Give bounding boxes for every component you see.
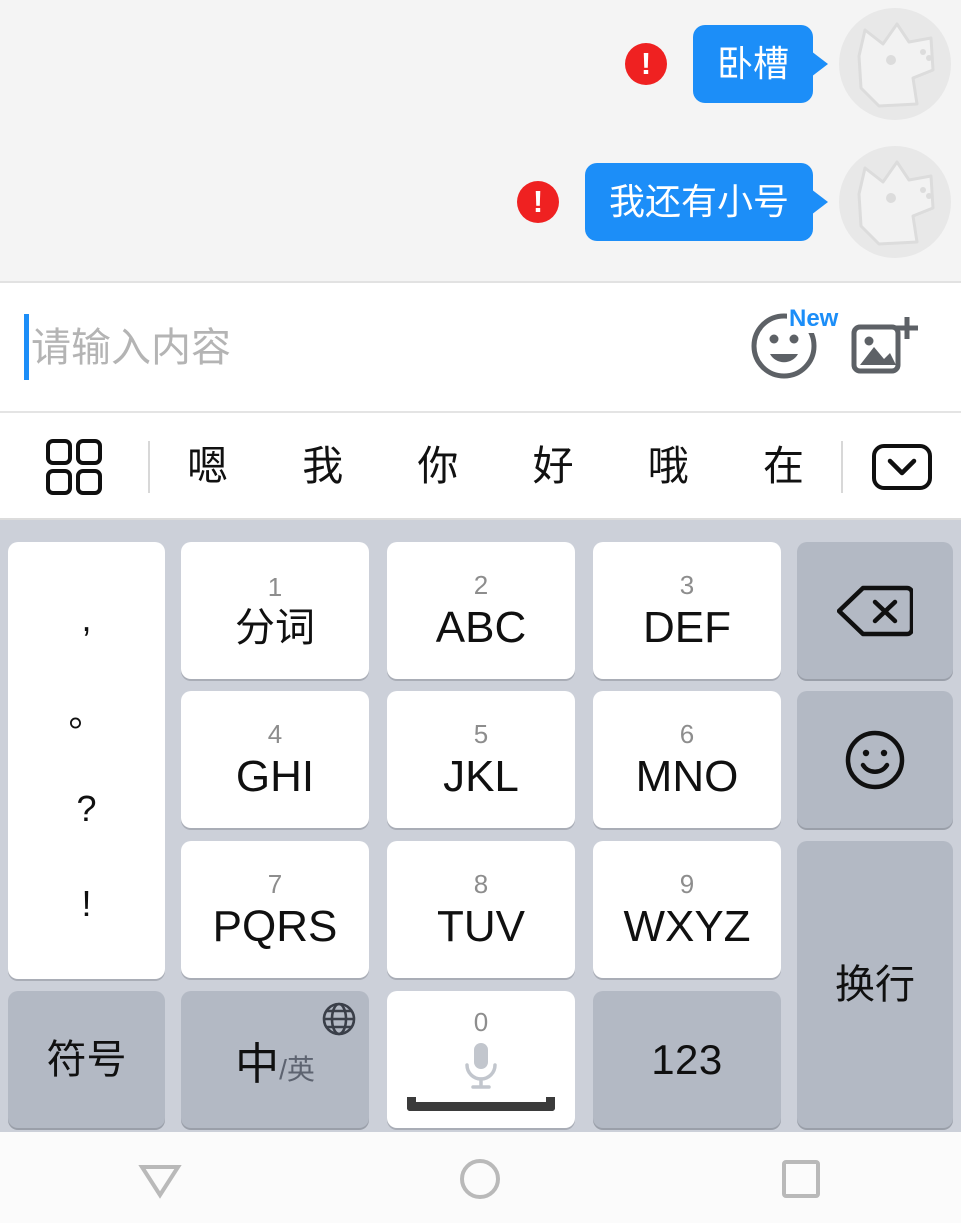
globe-icon	[322, 1002, 356, 1036]
message-text: 我还有小号	[608, 181, 789, 223]
punct-question[interactable]: ?	[76, 790, 96, 827]
key-label: PQRS	[212, 901, 338, 951]
punct-exclaim[interactable]: !	[81, 885, 91, 922]
punct-period[interactable]: 。	[68, 696, 104, 732]
key-number: 6	[679, 718, 695, 749]
key-label: 换行	[835, 962, 915, 1007]
candidate-expand-button[interactable]	[843, 443, 961, 491]
smiley-icon	[845, 730, 905, 789]
key-punctuation[interactable]: , 。 ? !	[8, 542, 165, 979]
keyboard-panel-button[interactable]	[0, 438, 148, 496]
candidate-word[interactable]: 哦	[611, 414, 726, 519]
keyboard: , 。 ? ! 1 分词 2 ABC 3 DEF 4 GHI 5 JKL 6 M…	[0, 520, 961, 1132]
key-symbols[interactable]: 符号	[8, 991, 165, 1128]
key-label: JKL	[443, 751, 519, 801]
key-label: DEF	[643, 602, 731, 652]
candidate-word[interactable]: 我	[265, 414, 380, 519]
key-emoji[interactable]	[797, 691, 953, 828]
add-image-button[interactable]	[850, 313, 918, 386]
message-bubble[interactable]: 我还有小号	[584, 163, 813, 241]
key-backspace[interactable]	[797, 542, 953, 679]
punct-comma[interactable]: ,	[81, 601, 91, 637]
add-image-icon	[851, 317, 918, 374]
emoji-new-badge: New	[787, 305, 841, 333]
message-text: 卧槽	[716, 43, 789, 85]
space-key-content: 0	[407, 1009, 555, 1111]
key-4-ghi[interactable]: 4 GHI	[181, 691, 369, 828]
recents-square-icon	[781, 1159, 820, 1198]
key-label: MNO	[635, 751, 739, 801]
key-6-mno[interactable]: 6 MNO	[593, 691, 781, 828]
key-label: TUV	[437, 901, 525, 951]
error-glyph: !	[532, 183, 544, 219]
key-number: 2	[473, 569, 489, 600]
nav-back-button[interactable]	[100, 1151, 220, 1205]
key-number: 7	[267, 868, 283, 899]
key-language-toggle[interactable]: 中 /英	[181, 991, 369, 1128]
key-label-chinese: 中	[235, 1039, 280, 1089]
backspace-icon	[837, 585, 913, 636]
space-bar-glyph	[407, 1096, 555, 1111]
key-label: 符号	[46, 1037, 127, 1082]
candidate-word[interactable]: 你	[380, 414, 495, 519]
cat-avatar-icon	[857, 160, 935, 246]
chat-message-row: ! 我还有小号	[516, 146, 951, 258]
send-error-icon[interactable]: !	[516, 181, 559, 223]
key-8-tuv[interactable]: 8 TUV	[387, 841, 575, 978]
key-number: 1	[267, 571, 283, 602]
key-label: WXYZ	[623, 901, 751, 951]
avatar[interactable]	[839, 8, 951, 120]
key-space[interactable]: 0	[387, 991, 575, 1128]
key-2-abc[interactable]: 2 ABC	[387, 542, 575, 679]
message-bubble[interactable]: 卧槽	[692, 25, 813, 103]
key-number: 9	[679, 868, 695, 899]
keyboard-grid: , 。 ? ! 1 分词 2 ABC 3 DEF 4 GHI 5 JKL 6 M…	[8, 530, 953, 1128]
send-error-icon[interactable]: !	[624, 43, 667, 85]
candidate-word-list: 嗯 我 你 好 哦 在	[150, 414, 841, 519]
key-number: 4	[267, 718, 283, 749]
key-number: 0	[473, 1006, 489, 1037]
candidate-bar: 嗯 我 你 好 哦 在	[0, 415, 961, 520]
chevron-down-icon	[872, 443, 932, 490]
key-label: GHI	[235, 751, 315, 801]
key-label-english: /英	[279, 1053, 315, 1085]
candidate-word[interactable]: 好	[496, 414, 611, 519]
key-number: 5	[473, 718, 489, 749]
home-circle-icon	[460, 1158, 501, 1199]
back-triangle-icon	[138, 1164, 182, 1199]
message-input-placeholder[interactable]: 请输入内容	[31, 315, 231, 381]
cat-avatar-icon	[857, 22, 935, 108]
grid-icon	[46, 438, 102, 495]
android-navigation-bar	[0, 1132, 961, 1223]
text-cursor	[24, 314, 29, 380]
microphone-icon	[465, 1042, 497, 1089]
key-3-def[interactable]: 3 DEF	[593, 542, 781, 679]
chat-message-list: ! 卧槽 ! 我还有小号	[0, 0, 961, 283]
key-5-jkl[interactable]: 5 JKL	[387, 691, 575, 828]
key-label-group: 中 /英	[235, 1028, 315, 1092]
key-9-wxyz[interactable]: 9 WXYZ	[593, 841, 781, 978]
key-7-pqrs[interactable]: 7 PQRS	[181, 841, 369, 978]
key-enter-newline[interactable]: 换行	[797, 841, 953, 1128]
key-label: ABC	[435, 602, 527, 652]
key-numbers[interactable]: 123	[593, 991, 781, 1128]
phone-screen: ! 卧槽 ! 我还有小号 请输入内容 New 嗯 我 你 好 哦 在 , 。 ?…	[0, 0, 961, 1223]
key-number: 8	[473, 868, 489, 899]
avatar[interactable]	[839, 146, 951, 258]
candidate-word[interactable]: 嗯	[150, 414, 265, 519]
chat-message-row: ! 卧槽	[624, 8, 951, 120]
nav-recents-button[interactable]	[741, 1151, 861, 1205]
key-label: 123	[651, 1035, 723, 1083]
key-number: 3	[679, 569, 695, 600]
key-label: 分词	[235, 605, 315, 650]
key-1-fenci[interactable]: 1 分词	[181, 542, 369, 679]
error-glyph: !	[640, 45, 652, 81]
nav-home-button[interactable]	[420, 1151, 540, 1205]
candidate-word[interactable]: 在	[726, 414, 841, 519]
